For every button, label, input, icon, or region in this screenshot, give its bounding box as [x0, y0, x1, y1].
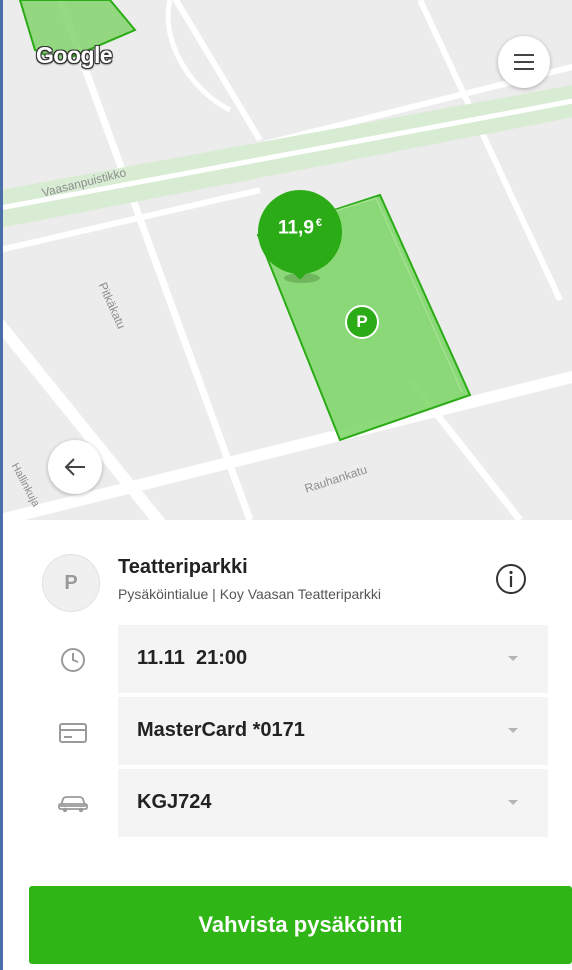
lot-subtitle: Pysäköintialue | Koy Vaasan Teatteripark… — [118, 586, 382, 602]
credit-card-icon — [56, 716, 90, 750]
price-pin[interactable]: 11,9 € — [258, 190, 342, 280]
car-icon — [56, 786, 90, 820]
payment-method-selector[interactable]: MasterCard *0171 — [118, 697, 548, 765]
price-label: 11,9 € — [258, 217, 342, 239]
price-currency: € — [315, 217, 323, 229]
lot-avatar: P — [42, 554, 100, 612]
chevron-down-icon — [508, 656, 518, 661]
payment-value: MasterCard *0171 — [137, 719, 305, 741]
hamburger-menu-icon — [514, 54, 534, 70]
parking-zone-marker[interactable]: P — [345, 305, 379, 339]
info-button[interactable] — [494, 562, 528, 596]
back-button[interactable] — [48, 440, 102, 494]
time-value: 11.11 21:00 — [137, 647, 248, 669]
price-amount: 11,9 — [277, 217, 314, 239]
vehicle-selector[interactable]: KGJ724 — [118, 769, 548, 837]
lot-name: Teatteriparkki — [118, 556, 248, 578]
confirm-parking-button[interactable]: Vahvista pysäköinti — [29, 886, 572, 964]
arrow-left-icon — [64, 458, 85, 476]
menu-button[interactable] — [498, 36, 550, 88]
chevron-down-icon — [508, 728, 518, 733]
google-logo: Google — [36, 42, 113, 68]
time-selector[interactable]: 11.11 21:00 — [118, 625, 548, 693]
map-view[interactable]: Google Vaasanpuistikko Pitkäkatu Rauhank… — [0, 0, 572, 520]
info-icon — [496, 564, 526, 594]
parking-details-panel: P Teatteriparkki Pysäköintialue | Koy Va… — [0, 520, 572, 970]
chevron-down-icon — [508, 800, 518, 805]
parking-app-screen: Google Vaasanpuistikko Pitkäkatu Rauhank… — [0, 0, 572, 970]
window-edge — [0, 0, 3, 970]
vehicle-value: KGJ724 — [137, 791, 212, 813]
clock-icon — [56, 643, 90, 677]
